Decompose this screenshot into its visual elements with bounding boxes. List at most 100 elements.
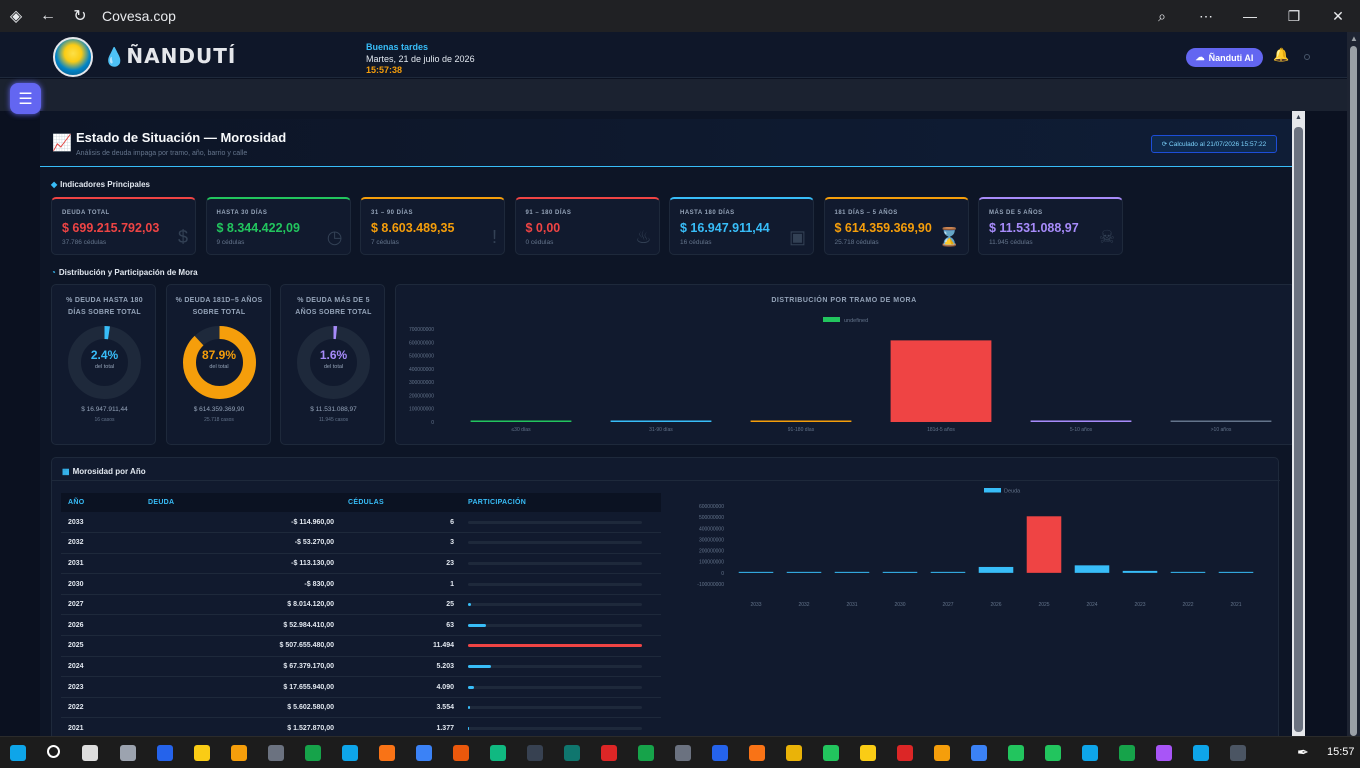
kpi-count: 11.945 cédulas bbox=[989, 239, 1033, 246]
donut-card: % DEUDA 181D–5 AÑOS SOBRE TOTAL 87.9% de… bbox=[165, 284, 271, 445]
nanduti-ai-button[interactable]: ☁ Ñanduti AI bbox=[1186, 48, 1263, 67]
back-icon[interactable]: ← bbox=[32, 0, 64, 32]
layers-icon: ◆ bbox=[51, 180, 58, 189]
chrome-icon[interactable] bbox=[1119, 745, 1135, 761]
app-yellow-icon[interactable] bbox=[860, 745, 876, 761]
y-tick-label: 700000000 bbox=[409, 327, 434, 333]
app-green-icon[interactable] bbox=[1008, 745, 1024, 761]
page-subtitle: Análisis de deuda impaga por tramo, año,… bbox=[76, 150, 248, 157]
cell-year: 2033 bbox=[61, 512, 141, 534]
bar-5 bbox=[1170, 420, 1272, 422]
current-date: Martes, 21 de julio de 2026 bbox=[366, 53, 475, 64]
table-row[interactable]: 2022 $ 5.602.580,00 3.554 bbox=[61, 697, 661, 719]
minimize-button[interactable]: — bbox=[1228, 0, 1272, 32]
app-blue-icon[interactable] bbox=[1082, 745, 1098, 761]
legend-label: undefined bbox=[844, 318, 868, 324]
whatsapp-icon[interactable] bbox=[1045, 745, 1061, 761]
app-multi-icon[interactable] bbox=[1156, 745, 1172, 761]
task-view-icon[interactable] bbox=[82, 745, 98, 761]
table-row[interactable]: 2030 -$ 830,00 1 bbox=[61, 573, 661, 595]
table-row[interactable]: 2024 $ 67.379.170,00 5.203 bbox=[61, 656, 661, 678]
menu-toggle-button[interactable]: ☰ bbox=[10, 83, 41, 114]
reload-icon[interactable]: ↻ bbox=[64, 0, 96, 32]
more-icon[interactable]: ⋯ bbox=[1184, 0, 1228, 32]
file-icon[interactable] bbox=[120, 745, 136, 761]
excel-icon[interactable] bbox=[638, 745, 654, 761]
edge-icon[interactable] bbox=[490, 745, 506, 761]
pen-icon[interactable]: ✒ bbox=[1297, 744, 1309, 761]
table-row[interactable]: 2023 $ 17.655.940,00 4.090 bbox=[61, 676, 661, 698]
window-scrollbar[interactable]: ▲ bbox=[1347, 32, 1360, 736]
word-icon[interactable] bbox=[712, 745, 728, 761]
share-bar-fill bbox=[468, 706, 470, 710]
calendar-check-icon: ▣ bbox=[788, 227, 806, 247]
share-bar bbox=[468, 706, 642, 710]
current-time: 15:57:38 bbox=[366, 65, 403, 75]
panel-scrollbar[interactable]: ▲ bbox=[1292, 111, 1305, 736]
pie-icon: ◔ bbox=[51, 268, 56, 277]
browser-app-icon[interactable] bbox=[342, 745, 358, 761]
col-share[interactable]: PARTICIPACIÓN bbox=[461, 493, 661, 512]
x-tick-label: 2024 bbox=[1086, 602, 1097, 608]
table-row[interactable]: 2032 -$ 53.270,00 3 bbox=[61, 532, 661, 554]
taskbar-clock[interactable]: 15:57 bbox=[1327, 746, 1355, 758]
search-icon[interactable] bbox=[47, 745, 60, 758]
table-row[interactable]: 2033 -$ 114.960,00 6 bbox=[61, 512, 661, 534]
cell-count: 23 bbox=[341, 553, 461, 575]
share-bar bbox=[468, 561, 642, 565]
vscode-icon[interactable] bbox=[971, 745, 987, 761]
share-bar bbox=[468, 603, 642, 607]
paint-icon[interactable] bbox=[934, 745, 950, 761]
bolt-icon[interactable] bbox=[823, 745, 839, 761]
calculator-icon[interactable] bbox=[268, 745, 284, 761]
windows-start-icon[interactable] bbox=[10, 745, 26, 761]
cell-count: 3 bbox=[341, 532, 461, 554]
mail-icon[interactable] bbox=[416, 745, 432, 761]
donut-chart bbox=[68, 326, 141, 399]
sticky-notes-icon[interactable] bbox=[194, 745, 210, 761]
bar-4 bbox=[930, 571, 966, 573]
table-row[interactable]: 2027 $ 8.014.120,00 25 bbox=[61, 594, 661, 616]
firefox-icon[interactable] bbox=[379, 745, 395, 761]
notes-icon[interactable] bbox=[786, 745, 802, 761]
y-tick-label: 300000000 bbox=[699, 537, 724, 543]
close-button[interactable]: ✕ bbox=[1316, 0, 1360, 32]
skull-icon: ☠ bbox=[1098, 227, 1115, 247]
table-row[interactable]: 2031 -$ 113.130,00 23 bbox=[61, 553, 661, 575]
year-section: ▦ Morosidad por Año AÑO DEUDA CÉDULAS PAR… bbox=[51, 457, 1280, 736]
app-gray-icon[interactable] bbox=[1230, 745, 1246, 761]
y-tick-label: 600000000 bbox=[409, 340, 434, 346]
app-g-icon[interactable] bbox=[749, 745, 765, 761]
calculated-button[interactable]: ⟳ Calculado al 21/07/2026 15:57:22 bbox=[1151, 135, 1277, 153]
table-row[interactable]: 2025 $ 507.655.480,00 11.494 bbox=[61, 635, 661, 657]
table-row[interactable]: 2026 $ 52.984.410,00 63 bbox=[61, 614, 661, 637]
edge2-icon[interactable] bbox=[1193, 745, 1209, 761]
table-row[interactable]: 2021 $ 1.527.870,00 1.377 bbox=[61, 717, 661, 736]
donut-title: % DEUDA MÁS DE 5 AÑOS SOBRE TOTAL bbox=[295, 297, 372, 316]
restore-button[interactable]: ❐ bbox=[1272, 0, 1316, 32]
app-dark-icon[interactable] bbox=[527, 745, 543, 761]
donut-amount: $ 614.359.369,90 bbox=[193, 406, 245, 413]
cell-debt: -$ 830,00 bbox=[141, 573, 341, 595]
app-teal-icon[interactable] bbox=[564, 745, 580, 761]
remote-icon[interactable] bbox=[675, 745, 691, 761]
donut-cases: 16 casos bbox=[94, 417, 115, 423]
outlook-icon[interactable] bbox=[157, 745, 173, 761]
share-bar bbox=[468, 582, 642, 586]
zoom-icon[interactable]: ⌕ bbox=[1140, 0, 1184, 32]
y-tick-label: 0 bbox=[721, 571, 724, 577]
cell-year: 2021 bbox=[61, 717, 141, 736]
col-debt[interactable]: DEUDA bbox=[141, 493, 341, 512]
x-tick-label: 2023 bbox=[1134, 602, 1145, 608]
cell-year: 2030 bbox=[61, 573, 141, 595]
app-orange-icon[interactable] bbox=[453, 745, 469, 761]
col-year[interactable]: AÑO bbox=[61, 493, 141, 512]
col-count[interactable]: CÉDULAS bbox=[341, 493, 461, 512]
powerpoint-icon[interactable] bbox=[897, 745, 913, 761]
x-tick-label: 2027 bbox=[942, 602, 953, 608]
youtube-icon[interactable] bbox=[601, 745, 617, 761]
nanduti-icon[interactable] bbox=[305, 745, 321, 761]
file-explorer-icon[interactable] bbox=[231, 745, 247, 761]
bell-icon[interactable]: 🔔 bbox=[1273, 47, 1289, 63]
cell-year: 2026 bbox=[61, 614, 141, 637]
